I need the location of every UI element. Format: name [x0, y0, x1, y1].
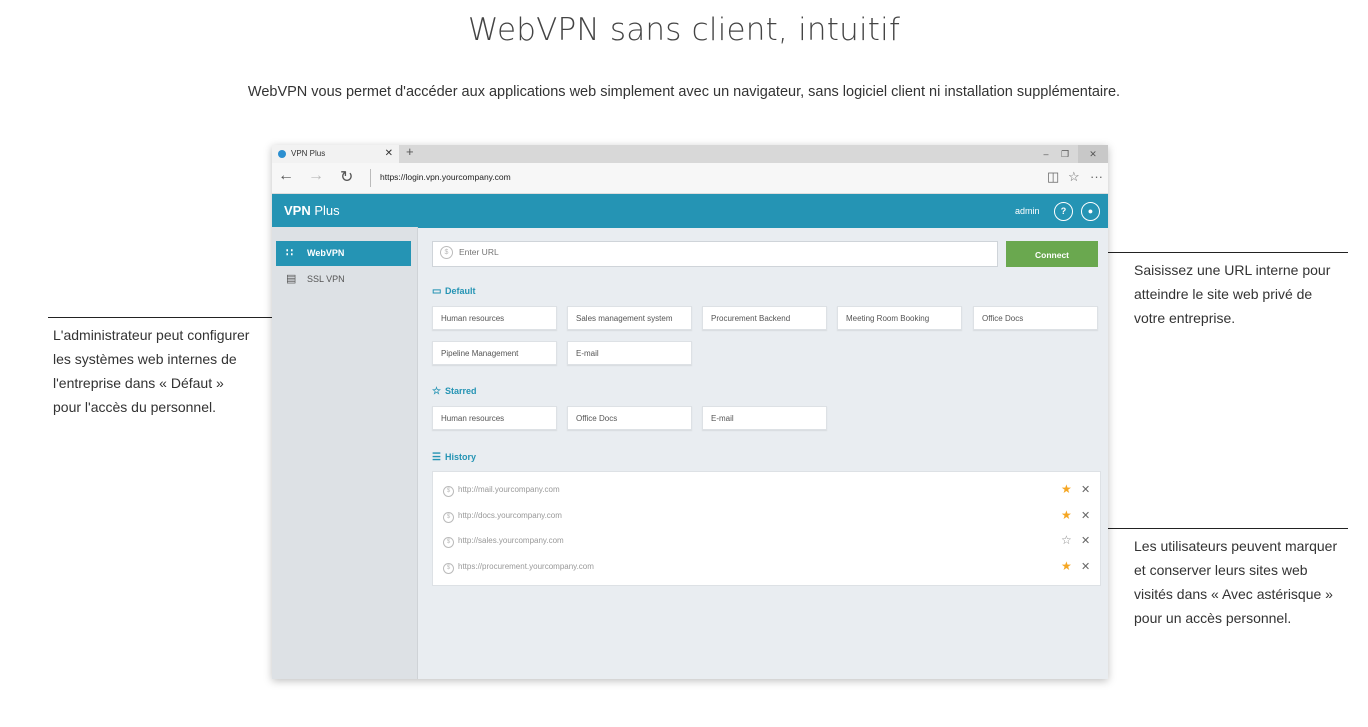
user-icon[interactable]: ●: [1081, 202, 1100, 221]
history-url[interactable]: http://mail.yourcompany.com: [458, 485, 560, 494]
callout-right-top-line: [1102, 252, 1348, 253]
back-icon[interactable]: ←: [278, 167, 294, 185]
brand-rest: Plus: [310, 203, 340, 218]
starred-label: Starred: [445, 386, 477, 396]
reading-view-icon[interactable]: ◫: [1047, 169, 1059, 185]
starred-item[interactable]: E-mail: [702, 406, 827, 430]
starred-item[interactable]: Office Docs: [567, 406, 692, 430]
callout-right-top: Saisissez une URL interne pour atteindre…: [1134, 258, 1330, 330]
address-separator: [370, 169, 371, 187]
grid-icon: ∷: [286, 247, 293, 259]
sidebar-item-label: WebVPN: [307, 248, 345, 258]
callout-left-line-3: l'entreprise dans « Défaut »: [53, 375, 224, 391]
history-row[interactable]: $ http://mail.yourcompany.com ★ ✕: [433, 480, 1100, 504]
sidebar: ∷ WebVPN ▤ SSL VPN: [272, 227, 418, 679]
browser-tab[interactable]: VPN Plus ✕: [272, 145, 399, 163]
callout-right-bottom-line-3: visités dans « Avec astérisque »: [1134, 586, 1333, 602]
callout-right-bottom-line-4: pour un accès personnel.: [1134, 610, 1292, 626]
history-row[interactable]: $ http://sales.yourcompany.com ☆ ✕: [433, 531, 1100, 555]
brand-bold: VPN: [284, 203, 311, 218]
history-row[interactable]: $ https://procurement.yourcompany.com ★ …: [433, 557, 1100, 581]
url-input[interactable]: [457, 246, 981, 258]
starred-section-title: ☆ Starred: [432, 386, 477, 397]
tab-close-icon[interactable]: ✕: [385, 145, 393, 163]
monitor-icon: ▭: [432, 286, 442, 297]
url-field[interactable]: $: [432, 241, 998, 267]
network-icon: ▤: [286, 273, 297, 285]
star-outline-icon: ☆: [432, 386, 441, 397]
starred-item[interactable]: Human resources: [432, 406, 557, 430]
address-url[interactable]: https://login.vpn.yourcompany.com: [380, 172, 511, 182]
app-brand: VPN Plus: [284, 203, 340, 218]
default-item[interactable]: Meeting Room Booking: [837, 306, 962, 330]
globe-icon: $: [440, 246, 453, 259]
callout-right-top-line-2: atteindre le site web privé de: [1134, 286, 1313, 302]
connect-button[interactable]: Connect: [1006, 241, 1098, 267]
window-close-icon[interactable]: ✕: [1078, 145, 1108, 163]
more-icon[interactable]: ···: [1090, 169, 1103, 184]
app-header: VPN Plus admin ? ●: [272, 194, 1108, 228]
forward-icon[interactable]: →: [308, 167, 324, 185]
callout-left-line-4: pour l'accès du personnel.: [53, 399, 216, 415]
address-bar: ← → ↻ https://login.vpn.yourcompany.com …: [272, 163, 1108, 194]
history-label: History: [445, 452, 477, 462]
globe-icon: $: [443, 563, 454, 574]
remove-icon[interactable]: ✕: [1081, 509, 1090, 522]
history-list: $ http://mail.yourcompany.com ★ ✕ $ http…: [432, 471, 1101, 586]
star-filled-icon[interactable]: ★: [1061, 508, 1072, 522]
callout-right-top-line-1: Saisissez une URL interne pour: [1134, 262, 1331, 278]
callout-left-line-2: les systèmes web internes de: [53, 351, 237, 367]
sidebar-item-webvpn[interactable]: ∷ WebVPN: [276, 241, 411, 266]
default-label: Default: [445, 286, 476, 296]
star-outline-icon[interactable]: ☆: [1061, 533, 1072, 547]
minimize-icon[interactable]: –: [1036, 145, 1056, 163]
default-item[interactable]: Sales management system: [567, 306, 692, 330]
history-url[interactable]: http://sales.yourcompany.com: [458, 536, 564, 545]
refresh-icon[interactable]: ↻: [340, 167, 353, 187]
new-tab-button[interactable]: +: [406, 145, 414, 159]
default-item[interactable]: Human resources: [432, 306, 557, 330]
callout-right-bottom-line-1: Les utilisateurs peuvent marquer: [1134, 538, 1338, 554]
default-item[interactable]: Office Docs: [973, 306, 1098, 330]
default-item[interactable]: Pipeline Management: [432, 341, 557, 365]
tab-title: VPN Plus: [291, 149, 326, 158]
history-row[interactable]: $ http://docs.yourcompany.com ★ ✕: [433, 506, 1100, 530]
tab-bar: VPN Plus ✕ + – ❐ ✕: [272, 145, 1108, 163]
callout-left: L'administrateur peut configurer les sys…: [53, 323, 249, 419]
list-icon: ☰: [432, 452, 441, 463]
favicon-icon: [278, 150, 286, 158]
globe-icon: $: [443, 486, 454, 497]
page-title: WebVPN sans client, intuitif: [467, 12, 901, 48]
sidebar-item-sslvpn[interactable]: ▤ SSL VPN: [276, 267, 411, 292]
remove-icon[interactable]: ✕: [1081, 534, 1090, 547]
sidebar-item-label: SSL VPN: [307, 274, 345, 284]
callout-right-bottom: Les utilisateurs peuvent marquer et cons…: [1134, 534, 1337, 630]
remove-icon[interactable]: ✕: [1081, 560, 1090, 573]
default-item[interactable]: E-mail: [567, 341, 692, 365]
globe-icon: $: [443, 512, 454, 523]
default-item[interactable]: Procurement Backend: [702, 306, 827, 330]
restore-icon[interactable]: ❐: [1055, 145, 1075, 163]
callout-right-top-line-3: votre entreprise.: [1134, 310, 1236, 326]
history-url[interactable]: http://docs.yourcompany.com: [458, 511, 562, 520]
favorite-star-icon[interactable]: ☆: [1068, 169, 1080, 185]
page-subtitle: WebVPN vous permet d'accéder aux applica…: [247, 84, 1121, 100]
history-url[interactable]: https://procurement.yourcompany.com: [458, 562, 594, 571]
remove-icon[interactable]: ✕: [1081, 483, 1090, 496]
help-icon[interactable]: ?: [1054, 202, 1073, 221]
callout-right-bottom-line-2: et conserver leurs sites web: [1134, 562, 1308, 578]
default-section-title: ▭ Default: [432, 286, 476, 297]
history-section-title: ☰ History: [432, 452, 476, 463]
user-name[interactable]: admin: [1015, 206, 1040, 216]
browser-window: VPN Plus ✕ + – ❐ ✕ ← → ↻ https://login.v…: [272, 145, 1108, 679]
globe-icon: $: [443, 537, 454, 548]
star-filled-icon[interactable]: ★: [1061, 482, 1072, 496]
star-filled-icon[interactable]: ★: [1061, 559, 1072, 573]
callout-right-bottom-line: [1102, 528, 1348, 529]
callout-left-line-1: L'administrateur peut configurer: [53, 327, 250, 343]
